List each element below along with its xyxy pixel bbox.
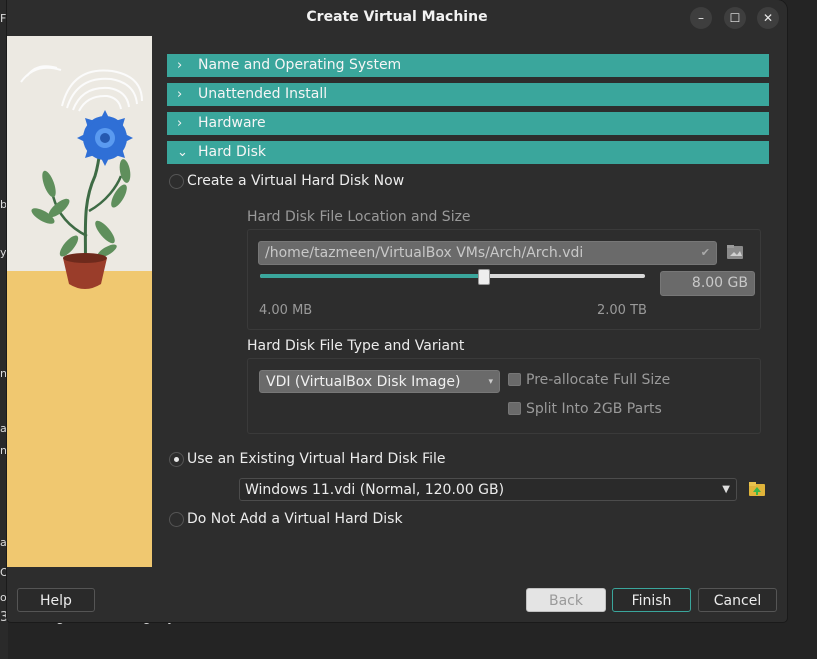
dropdown-arrow-icon: ▾	[488, 377, 493, 387]
bg-fragment: F	[0, 12, 7, 25]
disk-type-select[interactable]: VDI (VirtualBox Disk Image) ▾	[259, 370, 500, 393]
split-2gb-label[interactable]: Split Into 2GB Parts	[526, 401, 662, 417]
choose-disk-file-icon[interactable]	[748, 480, 766, 498]
section-hard-disk[interactable]: ⌄ Hard Disk	[167, 141, 769, 164]
wizard-illustration	[7, 36, 152, 567]
slider-min-label: 4.00 MB	[259, 303, 313, 318]
location-size-title: Hard Disk File Location and Size	[247, 209, 471, 225]
section-hardware[interactable]: › Hardware	[167, 112, 769, 135]
no-disk-radio[interactable]	[169, 512, 184, 527]
flower-pot-illustration	[7, 36, 152, 567]
section-name-and-os[interactable]: › Name and Operating System	[167, 54, 769, 77]
bg-fragment: a	[0, 536, 7, 549]
disk-type-value: VDI (VirtualBox Disk Image)	[266, 374, 461, 390]
clear-icon: ✔	[700, 246, 710, 259]
back-button[interactable]: Back	[526, 588, 606, 612]
use-existing-disk-radio[interactable]	[169, 452, 184, 467]
section-label: Hardware	[198, 115, 266, 131]
disk-location-input[interactable]: /home/tazmeen/VirtualBox VMs/Arch/Arch.v…	[258, 241, 717, 265]
slider-max-label: 2.00 TB	[597, 303, 647, 318]
no-disk-label[interactable]: Do Not Add a Virtual Hard Disk	[187, 511, 403, 527]
section-unattended-install[interactable]: › Unattended Install	[167, 83, 769, 106]
section-label: Unattended Install	[198, 86, 328, 102]
folder-browse-icon[interactable]	[726, 243, 744, 261]
chevron-right-icon: ›	[177, 58, 183, 73]
close-button[interactable]: ✕	[757, 7, 779, 29]
chevron-down-icon: ⌄	[177, 145, 188, 160]
section-label: Hard Disk	[198, 144, 267, 160]
maximize-button[interactable]: ☐	[724, 7, 746, 29]
create-new-disk-radio[interactable]	[169, 174, 184, 189]
bg-fragment: n	[0, 367, 7, 380]
preallocate-label[interactable]: Pre-allocate Full Size	[526, 372, 670, 388]
existing-disk-select[interactable]: Windows 11.vdi (Normal, 120.00 GB) ▼	[239, 478, 737, 501]
finish-button[interactable]: Finish	[612, 588, 691, 612]
dropdown-arrow-icon: ▼	[722, 484, 730, 495]
help-button[interactable]: Help	[17, 588, 95, 612]
disk-location-value: /home/tazmeen/VirtualBox VMs/Arch/Arch.v…	[265, 245, 584, 261]
cancel-button[interactable]: Cancel	[698, 588, 777, 612]
preallocate-checkbox[interactable]	[508, 373, 521, 386]
disk-size-slider-handle[interactable]	[478, 269, 490, 285]
chevron-right-icon: ›	[177, 116, 183, 131]
existing-disk-value: Windows 11.vdi (Normal, 120.00 GB)	[245, 482, 505, 498]
section-label: Name and Operating System	[198, 57, 402, 73]
window-title: Create Virtual Machine	[306, 9, 488, 25]
type-variant-title: Hard Disk File Type and Variant	[247, 338, 465, 354]
title-bar[interactable]: Create Virtual Machine – ☐ ✕	[7, 0, 787, 36]
disk-size-input[interactable]: 8.00 GB	[660, 271, 755, 296]
use-existing-disk-label[interactable]: Use an Existing Virtual Hard Disk File	[187, 451, 446, 467]
disk-size-slider-fill	[260, 274, 483, 278]
split-2gb-checkbox[interactable]	[508, 402, 521, 415]
chevron-right-icon: ›	[177, 87, 183, 102]
create-vm-dialog: Create Virtual Machine – ☐ ✕ › Name and …	[7, 0, 787, 622]
create-new-disk-label[interactable]: Create a Virtual Hard Disk Now	[187, 173, 404, 189]
minimize-button[interactable]: –	[690, 7, 712, 29]
bg-fragment: b	[0, 198, 7, 211]
bg-fragment: y	[0, 246, 7, 259]
